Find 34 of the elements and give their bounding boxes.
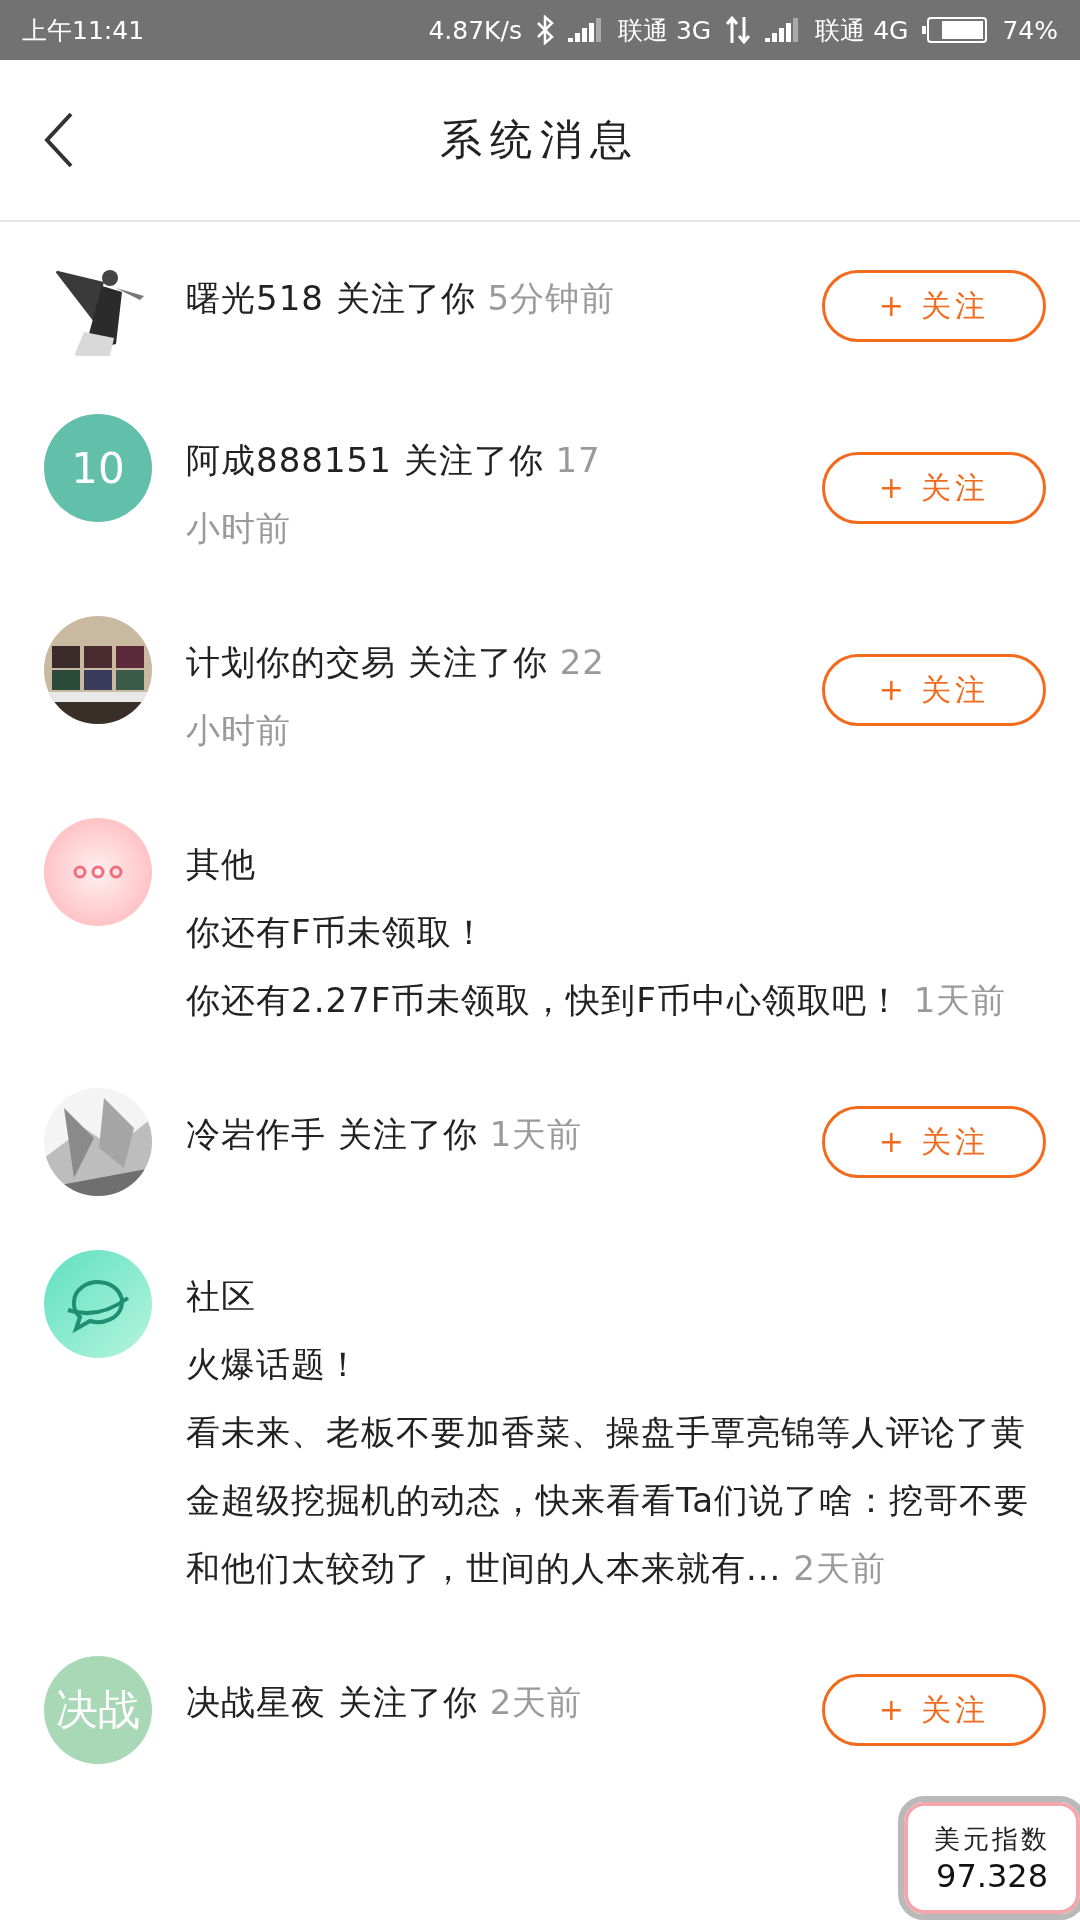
follow-button[interactable]: + 关注 [822,1106,1046,1178]
message-text: 冷岩作手 关注了你 1天前 [186,1113,584,1156]
carrier-label: 联通 3G [617,14,712,47]
message-text: 计划你的交易 关注了你 22小时前 [186,641,606,752]
avatar: 决战 [44,1656,152,1764]
category-label: 社区 [186,1275,257,1318]
message-text: 决战星夜 关注了你 2天前 [186,1681,584,1724]
chat-bubble-icon [44,1250,152,1358]
page-title: 系统消息 [440,114,640,166]
signal-icon [567,18,604,42]
notice-title: 火爆话题！ [186,1343,362,1386]
avatar: 10 [44,414,152,522]
more-dots-icon [44,818,152,926]
data-arrows-icon [725,15,752,45]
category-label: 其他 [186,843,257,886]
battery-icon [922,16,989,44]
message-text: 曙光518 关注了你 5分钟前 [186,277,616,320]
message-text: 看未来、老板不要加香菜、操盘手覃亮锦等人评论了黄金超级挖掘机的动态，快来看看Ta们说了啥：挖哥不要和他们太较劲了，世间的人本来就有... 2天前 [186,1411,1030,1590]
widget-value: 97.328 [936,1856,1048,1895]
bluetooth-icon [535,15,554,45]
back-icon [44,112,74,168]
clock: 上午11:41 [22,14,145,47]
battery-percent: 74% [1002,15,1058,45]
follow-button[interactable]: + 关注 [822,452,1046,524]
notice-title: 你还有F币未领取！ [186,911,488,954]
message-text: 你还有2.27F币未领取，快到F币中心领取吧！ 1天前 [186,979,1008,1022]
message-text: 阿成888151 关注了你 17小时前 [186,439,602,550]
follow-button[interactable]: + 关注 [822,1674,1046,1746]
widget-label: 美元指数 [934,1822,1050,1856]
follow-button[interactable]: + 关注 [822,654,1046,726]
index-widget[interactable]: 美元指数 97.328 [898,1796,1080,1920]
follow-button[interactable]: + 关注 [822,270,1046,342]
network-speed: 4.87K/s [428,15,522,45]
carrier-label: 联通 4G [815,14,909,47]
